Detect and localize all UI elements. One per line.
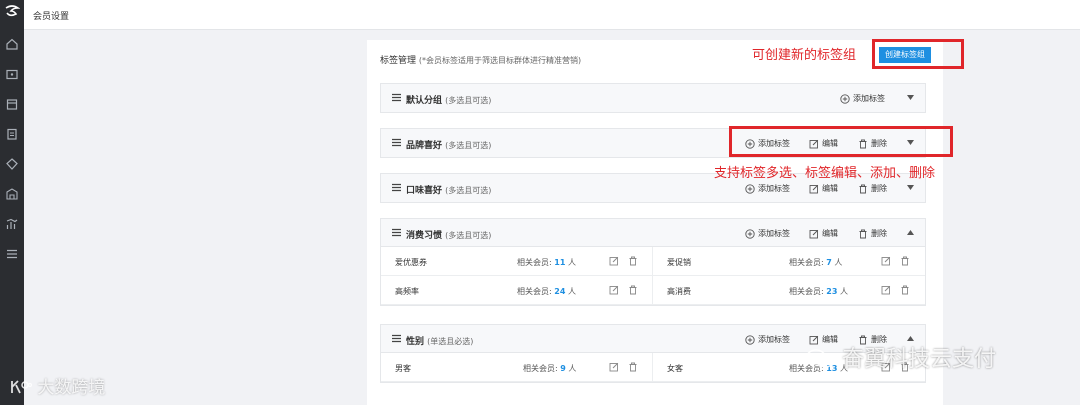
plus-circle-icon xyxy=(840,93,850,104)
tag-group-name: 口味喜好 (多选且可选) xyxy=(406,186,492,196)
tag-name: 高消费 xyxy=(667,287,691,296)
edit-tag-icon[interactable] xyxy=(609,256,619,266)
tag-group-default: 默认分组 (多选且可选) 添加标签 xyxy=(380,83,926,113)
tag-name: 女客 xyxy=(667,364,683,373)
create-annotation-text: 可创建新的标签组 xyxy=(752,48,857,63)
watermark-right: 奋翼科技云支付 xyxy=(805,341,996,373)
actions-annotation-text: 支持标签多选、标签编辑、添加、删除 xyxy=(714,166,936,181)
trash-icon xyxy=(859,229,867,238)
tag-name: 爱促销 xyxy=(667,258,691,267)
tag-row: 爱优惠券 相关会员: 11 人 xyxy=(381,247,653,276)
diamond-icon[interactable] xyxy=(5,157,19,171)
actions-annotation-box xyxy=(729,126,953,157)
add-tag-button[interactable]: 添加标签 xyxy=(840,93,885,104)
sidebar xyxy=(0,0,24,405)
home-icon[interactable] xyxy=(5,37,19,51)
related-members: 相关会员: 9 人 xyxy=(523,364,577,373)
drag-menu-icon[interactable] xyxy=(392,138,401,147)
page-title: 会员设置 xyxy=(33,12,70,22)
trash-icon xyxy=(859,184,867,193)
edit-tag-icon[interactable] xyxy=(881,285,891,295)
delete-tag-icon[interactable] xyxy=(900,285,910,295)
create-annotation-box xyxy=(872,39,964,69)
caret-up-icon[interactable] xyxy=(907,230,914,236)
add-tag-button[interactable]: 添加标签 xyxy=(745,334,790,345)
edit-tag-icon[interactable] xyxy=(881,256,891,266)
delete-tag-icon[interactable] xyxy=(628,362,638,372)
edit-group-button[interactable]: 编辑 xyxy=(809,183,838,194)
edit-tag-icon[interactable] xyxy=(609,362,619,372)
tag-row: 高消费 相关会员: 23 人 xyxy=(653,276,925,305)
drag-menu-icon[interactable] xyxy=(392,334,401,343)
delete-tag-icon[interactable] xyxy=(628,256,638,266)
top-bar: 会员设置 xyxy=(24,0,1080,30)
tag-group-name: 消费习惯 (多选且可选) xyxy=(406,231,492,241)
caret-down-icon[interactable] xyxy=(907,95,914,101)
delete-group-button[interactable]: 删除 xyxy=(858,228,887,239)
watermark-logo-icon xyxy=(11,380,33,394)
delete-tag-icon[interactable] xyxy=(900,256,910,266)
caret-down-icon[interactable] xyxy=(907,185,914,191)
tag-name: 爱优惠券 xyxy=(395,258,427,267)
tag-name: 男客 xyxy=(395,364,411,373)
drag-menu-icon[interactable] xyxy=(392,93,401,102)
watermark-left: 大数跨境 xyxy=(10,373,105,398)
plus-circle-icon xyxy=(745,228,755,239)
section-title-text: 标签管理 xyxy=(380,56,417,66)
section-title: 标签管理 (*会员标签适用于筛选目标群体进行精准营销) xyxy=(380,53,581,66)
add-tag-button[interactable]: 添加标签 xyxy=(745,183,790,194)
document-icon[interactable] xyxy=(5,127,19,141)
edit-tag-icon[interactable] xyxy=(609,285,619,295)
related-members: 相关会员: 23 人 xyxy=(789,287,848,296)
related-members: 相关会员: 7 人 xyxy=(789,258,843,267)
plus-circle-icon xyxy=(745,334,755,345)
add-tag-button[interactable]: 添加标签 xyxy=(745,228,790,239)
tag-group-header[interactable]: 默认分组 (多选且可选) 添加标签 xyxy=(381,84,925,112)
plus-circle-icon xyxy=(745,183,755,194)
section-note: (*会员标签适用于筛选目标群体进行精准营销) xyxy=(418,56,582,65)
drag-menu-icon[interactable] xyxy=(392,183,401,192)
tag-group-name: 默认分组 (多选且可选) xyxy=(406,96,492,106)
edit-icon xyxy=(809,184,819,193)
edit-icon xyxy=(809,229,819,238)
calendar-icon[interactable] xyxy=(5,97,19,111)
tag-group-header[interactable]: 消费习惯 (多选且可选) 添加标签 编辑 删除 xyxy=(381,219,925,247)
edit-group-button[interactable]: 编辑 xyxy=(809,228,838,239)
tag-row: 男客 相关会员: 9 人 xyxy=(381,353,653,382)
tag-name: 高频率 xyxy=(395,287,419,296)
delete-tag-icon[interactable] xyxy=(628,285,638,295)
chart-icon[interactable] xyxy=(5,217,19,231)
tag-group-name: 性别 (单选且必选) xyxy=(406,337,474,347)
drag-menu-icon[interactable] xyxy=(392,228,401,237)
tag-row: 高频率 相关会员: 24 人 xyxy=(381,276,653,305)
store-icon[interactable] xyxy=(5,187,19,201)
tag-rows: 爱优惠券 相关会员: 11 人 爱促销 相关会员: 7 人 高频率 相关会员: … xyxy=(381,247,925,305)
related-members: 相关会员: 11 人 xyxy=(517,258,576,267)
list-settings-icon[interactable] xyxy=(5,247,19,261)
tag-row: 爱促销 相关会员: 7 人 xyxy=(653,247,925,276)
wechat-icon xyxy=(806,349,834,368)
tag-group-name: 品牌喜好 (多选且可选) xyxy=(406,141,492,151)
tag-group-consumption: 消费习惯 (多选且可选) 添加标签 编辑 删除 爱优惠券 相关会员: 11 人 xyxy=(380,218,926,306)
app-logo-icon[interactable] xyxy=(3,5,21,19)
delete-group-button[interactable]: 删除 xyxy=(858,183,887,194)
related-members: 相关会员: 24 人 xyxy=(517,287,576,296)
wallet-icon[interactable] xyxy=(5,67,19,81)
